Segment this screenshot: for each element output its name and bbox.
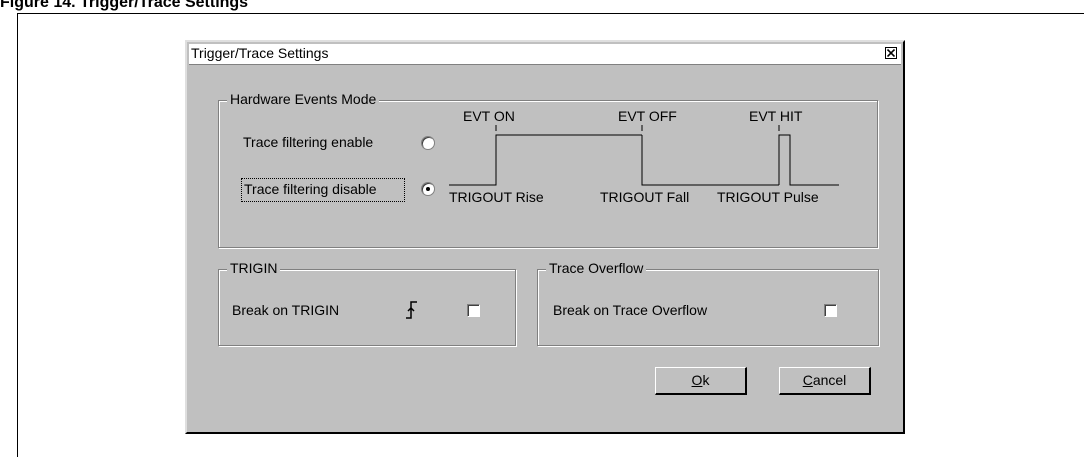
trace-filtering-enable-radio[interactable] xyxy=(421,136,435,150)
trigout-rise-label: TRIGOUT Rise xyxy=(449,189,544,205)
window-title: Trigger/Trace Settings xyxy=(191,45,329,61)
evt-hit-label: EVT HIT xyxy=(749,108,803,124)
close-icon xyxy=(887,49,895,57)
ok-label-rest: k xyxy=(702,372,710,388)
trace-overflow-legend: Trace Overflow xyxy=(546,260,647,276)
trigin-legend: TRIGIN xyxy=(227,260,281,276)
hardware-events-legend: Hardware Events Mode xyxy=(227,91,380,107)
figure-caption: Figure 14. Trigger/Trace Settings xyxy=(0,0,249,11)
evt-on-label: EVT ON xyxy=(463,108,515,124)
trigout-pulse-waveform xyxy=(778,134,839,186)
trigout-pulse-label: TRIGOUT Pulse xyxy=(717,189,819,205)
cancel-mnemonic: C xyxy=(802,372,813,388)
hardware-events-group: Hardware Events Mode Trace filtering ena… xyxy=(218,91,878,248)
ok-button[interactable]: Ok xyxy=(655,367,747,395)
trigout-rise-waveform xyxy=(449,134,642,186)
trigin-group: TRIGIN Break on TRIGIN xyxy=(218,260,516,346)
trace-filtering-disable-label[interactable]: Trace filtering disable xyxy=(244,181,377,197)
trace-filtering-disable-radio[interactable] xyxy=(421,182,435,196)
evt-off-label: EVT OFF xyxy=(618,108,677,124)
trigout-fall-waveform xyxy=(641,135,779,186)
trigout-fall-label: TRIGOUT Fall xyxy=(600,189,690,205)
close-button[interactable] xyxy=(885,47,897,59)
rising-edge-icon xyxy=(406,301,417,319)
cancel-label-rest: ancel xyxy=(812,372,847,388)
break-on-trace-overflow-label[interactable]: Break on Trace Overflow xyxy=(553,302,707,318)
trace-filtering-enable-label[interactable]: Trace filtering enable xyxy=(243,134,373,150)
trace-overflow-group: Trace Overflow Break on Trace Overflow xyxy=(537,260,879,346)
title-bar[interactable]: Trigger/Trace Settings xyxy=(189,44,901,65)
break-on-trigin-checkbox[interactable] xyxy=(467,304,480,317)
ok-mnemonic: O xyxy=(691,372,703,388)
break-on-trigin-label[interactable]: Break on TRIGIN xyxy=(232,302,339,318)
break-on-trace-overflow-checkbox[interactable] xyxy=(824,304,837,317)
radio-selected-dot xyxy=(426,187,430,191)
cancel-button[interactable]: Cancel xyxy=(779,367,871,395)
trigger-trace-settings-dialog: Trigger/Trace Settings Hardware Events M… xyxy=(185,40,905,434)
